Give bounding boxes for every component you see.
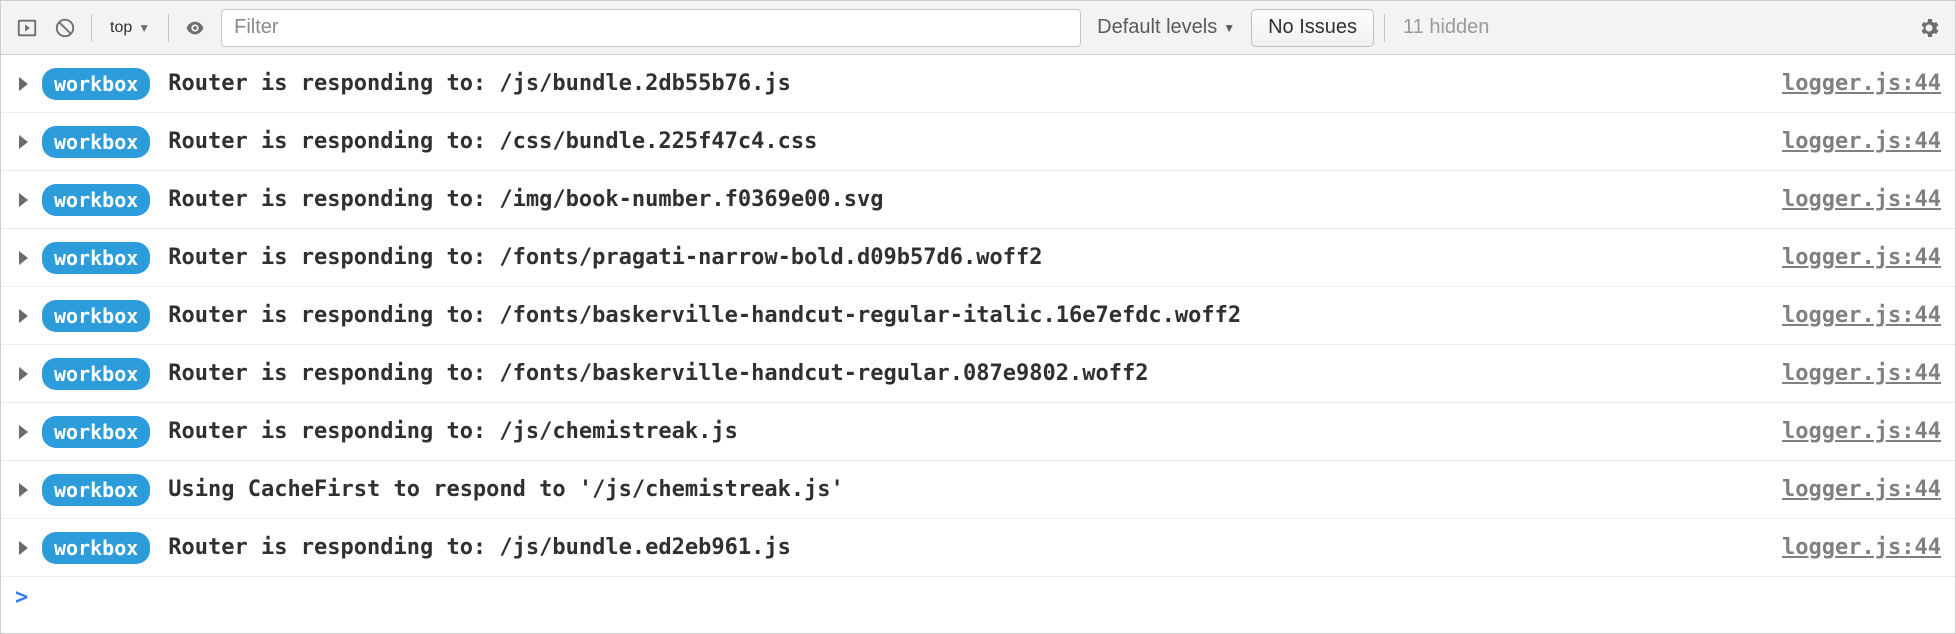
log-message: Router is responding to: /js/chemistreak… — [168, 419, 1782, 444]
log-badge: workbox — [42, 242, 150, 274]
log-message: Router is responding to: /fonts/baskervi… — [168, 361, 1782, 386]
filter-input[interactable] — [221, 9, 1081, 47]
log-badge: workbox — [42, 300, 150, 332]
clear-console-icon[interactable] — [49, 12, 81, 44]
live-expression-icon[interactable] — [179, 12, 211, 44]
prompt-caret-icon: > — [15, 585, 28, 610]
disclosure-triangle-icon[interactable] — [19, 251, 28, 265]
log-badge: workbox — [42, 184, 150, 216]
log-message: Router is responding to: /img/book-numbe… — [168, 187, 1782, 212]
toolbar-divider — [1384, 14, 1385, 42]
log-source-link[interactable]: logger.js:44 — [1782, 419, 1941, 444]
gear-icon[interactable] — [1913, 12, 1945, 44]
log-message: Router is responding to: /css/bundle.225… — [168, 129, 1782, 154]
log-source-link[interactable]: logger.js:44 — [1782, 187, 1941, 212]
levels-label: Default levels — [1097, 16, 1217, 39]
log-row[interactable]: workbox Router is responding to: /fonts/b… — [1, 287, 1955, 345]
disclosure-triangle-icon[interactable] — [19, 309, 28, 323]
log-row[interactable]: workbox Router is responding to: /js/chem… — [1, 403, 1955, 461]
console-prompt[interactable]: > — [1, 577, 1955, 617]
log-levels-selector[interactable]: Default levels ▼ — [1087, 9, 1245, 47]
log-message: Router is responding to: /js/bundle.2db5… — [168, 71, 1782, 96]
disclosure-triangle-icon[interactable] — [19, 483, 28, 497]
log-source-link[interactable]: logger.js:44 — [1782, 361, 1941, 386]
disclosure-triangle-icon[interactable] — [19, 541, 28, 555]
context-label: top — [110, 19, 132, 37]
console-log: workbox Router is responding to: /js/bund… — [1, 55, 1955, 633]
hidden-messages-count[interactable]: 11 hidden — [1395, 16, 1497, 39]
log-source-link[interactable]: logger.js:44 — [1782, 477, 1941, 502]
issues-button[interactable]: No Issues — [1251, 9, 1374, 47]
log-message: Router is responding to: /js/bundle.ed2e… — [168, 535, 1782, 560]
toolbar-divider — [91, 14, 92, 42]
log-badge: workbox — [42, 358, 150, 390]
disclosure-triangle-icon[interactable] — [19, 193, 28, 207]
log-row[interactable]: workbox Router is responding to: /fonts/p… — [1, 229, 1955, 287]
log-source-link[interactable]: logger.js:44 — [1782, 535, 1941, 560]
console-toolbar: top ▼ Default levels ▼ No Issues 11 hidd… — [1, 1, 1955, 55]
log-source-link[interactable]: logger.js:44 — [1782, 129, 1941, 154]
log-source-link[interactable]: logger.js:44 — [1782, 303, 1941, 328]
log-message: Using CacheFirst to respond to '/js/chem… — [168, 477, 1782, 502]
toggle-sidebar-icon[interactable] — [11, 12, 43, 44]
log-source-link[interactable]: logger.js:44 — [1782, 71, 1941, 96]
log-row[interactable]: workbox Router is responding to: /fonts/b… — [1, 345, 1955, 403]
disclosure-triangle-icon[interactable] — [19, 367, 28, 381]
log-badge: workbox — [42, 532, 150, 564]
chevron-down-icon: ▼ — [1223, 21, 1235, 35]
disclosure-triangle-icon[interactable] — [19, 135, 28, 149]
log-row[interactable]: workbox Router is responding to: /css/bun… — [1, 113, 1955, 171]
disclosure-triangle-icon[interactable] — [19, 77, 28, 91]
chevron-down-icon: ▼ — [138, 21, 150, 35]
log-badge: workbox — [42, 416, 150, 448]
log-row[interactable]: workbox Router is responding to: /js/bund… — [1, 519, 1955, 577]
log-message: Router is responding to: /fonts/pragati-… — [168, 245, 1782, 270]
log-source-link[interactable]: logger.js:44 — [1782, 245, 1941, 270]
log-badge: workbox — [42, 68, 150, 100]
execution-context-selector[interactable]: top ▼ — [102, 12, 158, 44]
log-row[interactable]: workbox Router is responding to: /img/boo… — [1, 171, 1955, 229]
log-message: Router is responding to: /fonts/baskervi… — [168, 303, 1782, 328]
log-row[interactable]: workbox Router is responding to: /js/bund… — [1, 55, 1955, 113]
log-badge: workbox — [42, 126, 150, 158]
disclosure-triangle-icon[interactable] — [19, 425, 28, 439]
log-row[interactable]: workbox Using CacheFirst to respond to '/… — [1, 461, 1955, 519]
toolbar-divider — [168, 14, 169, 42]
log-badge: workbox — [42, 474, 150, 506]
